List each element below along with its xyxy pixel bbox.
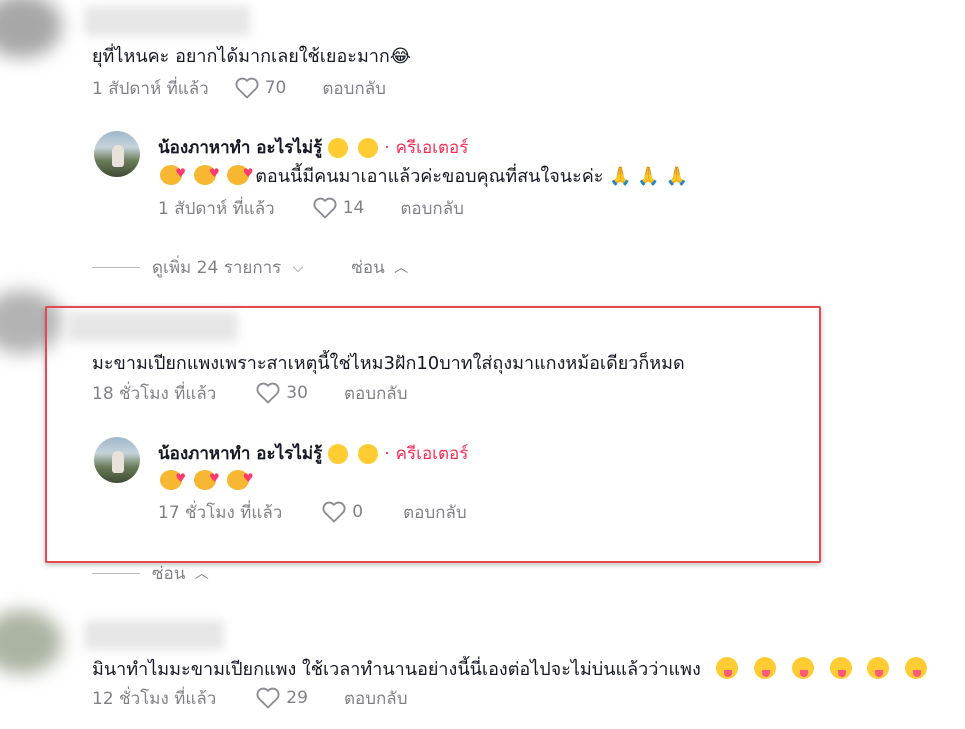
reply-button[interactable]: ตอบกลับ [400, 195, 464, 222]
comment-text: มินาทำไมมะขามเปียกแพง ใช้เวลาทำนานอย่างน… [92, 657, 928, 682]
heart-outline-icon [235, 77, 259, 99]
like-count: 14 [342, 198, 365, 218]
comment-text: ยุที่ไหนคะ อยากได้มากเลยใช้เยอะมาก😂 [92, 46, 411, 67]
winking-tongue-face-icon [754, 657, 777, 679]
divider-line [92, 573, 140, 574]
winking-tongue-face-icon [867, 657, 890, 679]
thread-controls: ซ่อน ︿ [92, 560, 209, 587]
praying-hands-icon: 🙏 [637, 166, 660, 187]
laughing-face-icon [358, 137, 379, 158]
commenter-avatar-blurred[interactable] [0, 0, 62, 58]
reply-avatar[interactable] [94, 131, 140, 177]
creator-badge: ครีเอเตอร์ [395, 138, 469, 158]
like-button[interactable]: 14 [313, 197, 365, 219]
reply-button[interactable]: ตอบกลับ [322, 75, 386, 102]
reply-text: ตอนนี้มีคนมาเอาแล้วค่ะขอบคุณที่สนใจนะค่ะ… [160, 161, 688, 189]
winking-tongue-face-icon [829, 657, 852, 679]
praying-hands-icon: 🙏 [609, 166, 632, 187]
shushing-face-icon [328, 137, 349, 158]
comment-meta: 12 ชั่วโมง ที่แล้ว 29 ตอบกลับ [92, 685, 407, 711]
like-button[interactable]: 29 [256, 687, 308, 709]
reply-author-row: น้องภาหาทำ อะไรไม่รู้ · ครีเอเตอร์ [158, 134, 468, 161]
commenter-avatar-blurred[interactable] [0, 610, 62, 674]
reply-meta: 1 สัปดาห์ ที่แล้ว 14 ตอบกลับ [158, 195, 464, 221]
heart-outline-icon [256, 687, 280, 709]
commenter-name-blurred[interactable] [84, 6, 250, 36]
chevron-up-icon: ︿ [394, 260, 409, 276]
comment-meta: 1 สัปดาห์ ที่แล้ว 70 ตอบกลับ [92, 75, 386, 101]
chevron-down-icon: ⌵ [292, 260, 304, 276]
hide-replies-button[interactable]: ซ่อน ︿ [351, 254, 408, 281]
praying-hands-icon: 🙏 [665, 166, 688, 187]
like-button[interactable]: 70 [235, 77, 287, 99]
comment-time: 1 สัปดาห์ ที่แล้ว [92, 78, 209, 99]
winking-tongue-face-icon [716, 657, 739, 679]
chevron-up-icon: ︿ [194, 566, 209, 582]
heart-outline-icon [313, 197, 337, 219]
smiling-hearts-icon [193, 161, 220, 185]
winking-tongue-face-icon [791, 657, 814, 679]
reply-time: 1 สัปดาห์ ที่แล้ว [158, 198, 275, 219]
hide-replies-button[interactable]: ซ่อน ︿ [152, 560, 209, 587]
reply-button[interactable]: ตอบกลับ [344, 685, 408, 712]
winking-tongue-face-icon [905, 657, 928, 679]
like-count: 29 [286, 688, 308, 708]
smiling-hearts-icon [227, 161, 253, 185]
highlight-frame [45, 306, 821, 563]
smiling-hearts-icon [160, 161, 186, 185]
separator-dot: · [384, 137, 390, 158]
like-count: 70 [264, 78, 287, 98]
commenter-name-blurred[interactable] [84, 620, 224, 650]
reply-author-name[interactable]: น้องภาหาทำ อะไรไม่รู้ [158, 134, 322, 161]
thread-controls: ดูเพิ่ม 24 รายการ ⌵ ซ่อน ︿ [92, 254, 408, 281]
divider-line [92, 267, 140, 268]
comments-panel: ยุที่ไหนคะ อยากได้มากเลยใช้เยอะมาก😂 1 สั… [0, 0, 965, 729]
view-more-replies-button[interactable]: ดูเพิ่ม 24 รายการ ⌵ [152, 254, 303, 281]
comment-time: 12 ชั่วโมง ที่แล้ว [92, 688, 217, 709]
